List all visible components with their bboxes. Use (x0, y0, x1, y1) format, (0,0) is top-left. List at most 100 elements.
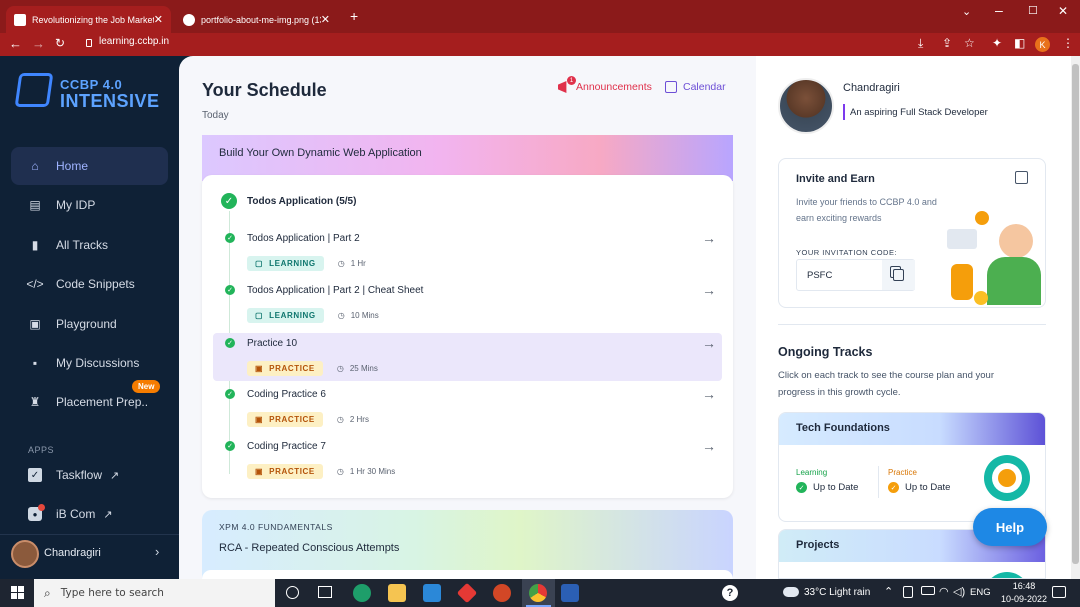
logo-text-top: CCBP 4.0 (60, 77, 123, 92)
arrow-right-icon[interactable]: → (702, 386, 716, 402)
windows-start-icon[interactable] (11, 586, 24, 599)
minimize-icon[interactable]: – (995, 2, 1003, 18)
invite-desc-line: earn exciting rewards (796, 213, 882, 223)
app-icon[interactable] (456, 582, 478, 604)
menu-icon[interactable]: ⋮ (1062, 36, 1074, 50)
install-icon[interactable]: ⤓ (918, 36, 923, 51)
sidebar-item-my-discussions[interactable]: ▪ My Discussions (11, 344, 168, 382)
arrow-right-icon[interactable]: → (702, 335, 716, 351)
progress-ring-inner (992, 463, 1022, 493)
scrollbar[interactable] (1071, 56, 1080, 579)
today-label: Today (202, 110, 229, 121)
mini-person (975, 211, 989, 225)
language-indicator[interactable]: ENG (970, 587, 991, 598)
check-circle-icon: ✓ (225, 441, 235, 451)
invite-code-box[interactable]: PSFC (796, 259, 915, 291)
code-label: YOUR INVITATION CODE: (796, 248, 898, 257)
share-icon[interactable]: ⇪ (942, 36, 952, 50)
sidepanel-icon[interactable]: ◧ (1014, 36, 1025, 50)
sidebar-item-my-idp[interactable]: ▤ My IDP (11, 186, 168, 224)
file-explorer-icon[interactable] (388, 584, 406, 602)
weather-text[interactable]: 33°C Light rain (804, 587, 870, 598)
tab-ccbp[interactable]: Revolutionizing the Job Market | ✕ (6, 6, 171, 33)
tab-portfolio[interactable]: portfolio-about-me-img.png (13 ✕ (175, 6, 338, 33)
sidebar-item-all-tracks[interactable]: ▮ All Tracks (11, 226, 168, 264)
group-title: Todos Application (5/5) (247, 196, 357, 207)
help-icon[interactable]: ? (722, 585, 738, 601)
scrollbar-thumb[interactable] (1072, 64, 1079, 564)
sidebar-item-label: iB Com (56, 507, 96, 521)
url-field[interactable]: learning.ccbp.in (99, 36, 169, 47)
wifi-icon[interactable]: ◠ (939, 585, 949, 598)
chevron-right-icon[interactable]: › (155, 544, 159, 559)
tag-label: PRACTICE (269, 467, 315, 476)
help-button[interactable]: Help (973, 508, 1047, 546)
profile-avatar[interactable]: K (1035, 37, 1050, 52)
practice-tag: ▣ PRACTICE (247, 412, 323, 427)
clock-time[interactable]: 16:48 (1006, 581, 1042, 591)
cortana-icon[interactable] (286, 586, 299, 599)
new-tab-icon[interactable]: + (350, 8, 358, 24)
close-icon[interactable]: ✕ (154, 13, 163, 26)
item-title: Practice 10 (247, 338, 298, 349)
edge-icon[interactable] (353, 584, 371, 602)
vscode-icon[interactable] (561, 584, 579, 602)
arrow-right-icon[interactable]: → (702, 438, 716, 454)
sidebar-item-taskflow[interactable]: ✓ Taskflow ↗ (11, 456, 168, 494)
forward-icon[interactable]: → (32, 36, 45, 51)
course-banner[interactable]: XPM 4.0 FUNDAMENTALS RCA - Repeated Cons… (202, 510, 733, 579)
notification-center-icon[interactable] (1052, 586, 1066, 598)
taskbar-search[interactable]: ⌕ Type here to search (34, 579, 275, 607)
arrow-right-icon[interactable]: → (702, 230, 716, 246)
back-icon[interactable]: ← (9, 36, 22, 51)
ccbp-favicon-icon (14, 13, 26, 26)
cloud-rain-icon (783, 587, 799, 597)
chrome-taskbar-active[interactable] (522, 579, 555, 607)
schedule-item[interactable]: ✓ Todos Application | Part 2 ▢ LEARNING ◷… (213, 227, 722, 275)
duration: 2 Hrs (349, 415, 369, 424)
calendar-link[interactable]: Calendar (665, 81, 726, 93)
schedule-item[interactable]: ✓ Todos Application | Part 2 | Cheat She… (213, 279, 722, 327)
battery-icon[interactable] (921, 586, 935, 595)
ongoing-title: Ongoing Tracks (778, 345, 873, 359)
device-icon[interactable] (903, 586, 913, 598)
arrow-right-icon[interactable]: → (702, 282, 716, 298)
learning-label: Learning (796, 468, 828, 477)
profile-photo[interactable] (778, 78, 834, 134)
sidebar-item-label: Taskflow (56, 468, 103, 482)
close-icon[interactable]: ✕ (321, 13, 330, 26)
check-square-icon: ✓ (28, 468, 42, 482)
sidebar: CCBP 4.0 INTENSIVE ⌂ Home ▤ My IDP ▮ All… (0, 56, 179, 579)
schedule-item[interactable]: ✓ Coding Practice 6 ▣ PRACTICE ◷ 2 Hrs → (213, 383, 722, 431)
volume-icon[interactable]: ◁) (953, 585, 965, 598)
track-card-tech-foundations[interactable]: Tech Foundations Learning ✓ Up to Date P… (778, 412, 1046, 522)
avatar[interactable] (11, 540, 39, 568)
maximize-icon[interactable]: ☐ (1028, 4, 1038, 17)
check-circle-icon: ✓ (225, 338, 235, 348)
star-icon[interactable]: ☆ (964, 36, 975, 50)
chevron-down-icon[interactable]: ⌄ (962, 5, 971, 18)
progress-ring-core (998, 469, 1016, 487)
external-link-icon[interactable] (1015, 171, 1028, 184)
sidebar-item-playground[interactable]: ▣ Playground (11, 305, 168, 343)
chevron-up-icon[interactable]: ⌃ (884, 585, 893, 598)
mail-icon[interactable] (423, 584, 441, 602)
sidebar-item-code-snippets[interactable]: </> Code Snippets (11, 265, 168, 303)
check-circle-icon: ✓ (225, 233, 235, 243)
extensions-icon[interactable]: ✦ (992, 36, 1002, 50)
schedule-item-active[interactable]: ✓ Practice 10 ▣ PRACTICE ◷ 25 Mins → (213, 333, 722, 381)
schedule-item[interactable]: ✓ Coding Practice 7 ▣ PRACTICE ◷ 1 Hr 30 … (213, 435, 722, 483)
window-close-icon[interactable]: ✕ (1058, 4, 1068, 18)
sidebar-item-home[interactable]: ⌂ Home (11, 147, 168, 185)
coin (974, 291, 988, 305)
powerpoint-icon[interactable] (493, 584, 511, 602)
terminal-icon: ▣ (29, 317, 41, 331)
learning-tag: ▢ LEARNING (247, 308, 324, 323)
lock-icon[interactable] (86, 39, 92, 47)
copy-button[interactable] (882, 260, 915, 290)
user-name[interactable]: Chandragiri (44, 547, 101, 559)
task-view-icon[interactable] (318, 586, 332, 598)
clock-date[interactable]: 10-09-2022 (998, 594, 1050, 604)
sidebar-item-ib-com[interactable]: ● iB Com ↗ (11, 495, 168, 533)
reload-icon[interactable]: ↻ (55, 36, 65, 50)
